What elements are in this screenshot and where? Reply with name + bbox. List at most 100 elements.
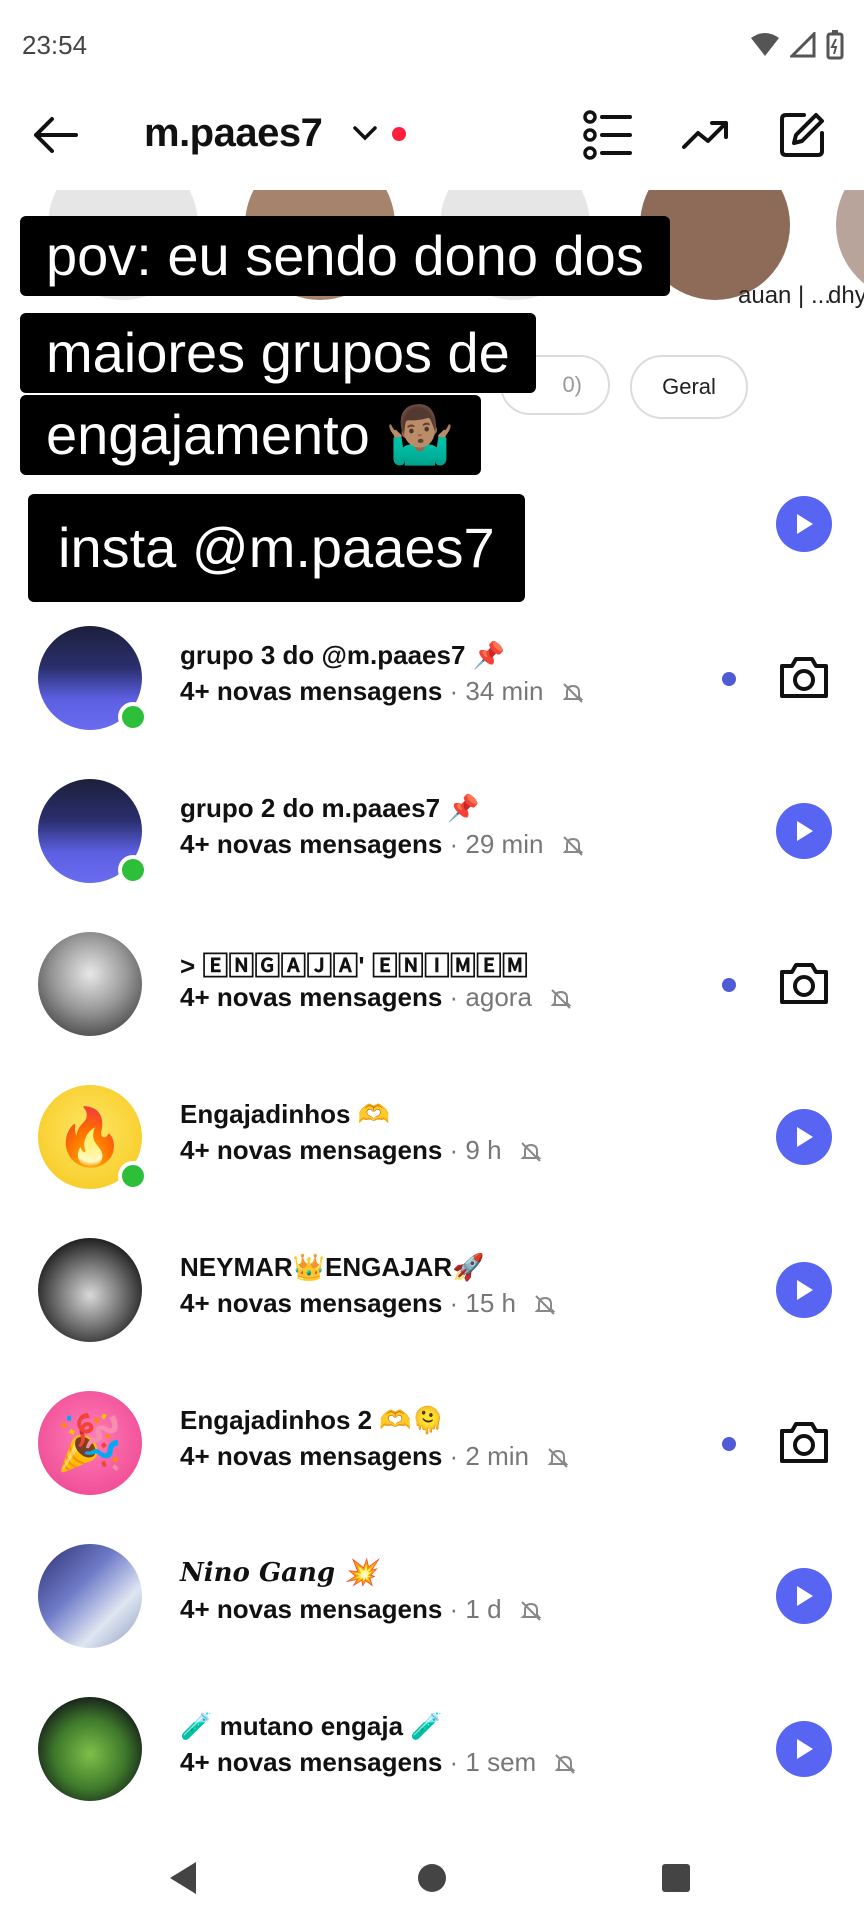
nav-home-icon[interactable] xyxy=(416,1862,448,1894)
thread-subtitle: 4+ novas mensagens · 34 min xyxy=(180,676,585,707)
caption-line: pov: eu sendo dono dos xyxy=(20,216,670,296)
group-avatar: 🎉 xyxy=(38,1391,142,1495)
thread-time: · 2 min xyxy=(442,1441,529,1471)
group-avatar xyxy=(38,932,142,1036)
back-button[interactable] xyxy=(30,111,80,159)
thread-subtitle: 4+ novas mensagens · 2 min xyxy=(180,1441,570,1472)
muted-bell-icon xyxy=(550,989,572,1009)
play-icon xyxy=(797,1739,813,1759)
new-messages-label: 4+ novas mensagens xyxy=(180,982,443,1012)
camera-button[interactable] xyxy=(776,1415,832,1471)
status-icons xyxy=(750,30,844,60)
signal-icon xyxy=(790,32,816,58)
account-username[interactable]: m.paaes7 xyxy=(144,111,323,156)
muted-bell-icon xyxy=(562,683,584,703)
thread-row[interactable]: NEYMAR👑ENGAJAR🚀 4+ novas mensagens · 15 … xyxy=(0,1222,864,1362)
thread-title: NEYMAR👑ENGAJAR🚀 xyxy=(180,1252,485,1282)
filter-chip-geral[interactable]: Geral xyxy=(630,355,748,419)
thread-subtitle: 4+ novas mensagens · agora xyxy=(180,982,573,1013)
notification-dot xyxy=(392,127,406,141)
chats-header: m.paaes7 xyxy=(0,95,864,175)
thread-title: Engajadinhos 🫶 xyxy=(180,1099,391,1129)
wifi-icon xyxy=(751,33,779,56)
new-message-button[interactable] xyxy=(776,109,828,161)
status-bar: 23:54 xyxy=(0,0,864,90)
list-view-button[interactable] xyxy=(582,109,634,161)
thread-title: 🧪 mutano engaja 🧪 xyxy=(180,1711,443,1741)
thread-time: · agora xyxy=(442,982,532,1012)
story-name: auan | ... xyxy=(738,282,831,309)
caption-line: maiores grupos de xyxy=(20,313,536,393)
thread-subtitle: 4+ novas mensagens · 29 min xyxy=(180,829,585,860)
play-icon xyxy=(797,514,813,534)
play-icon xyxy=(797,1586,813,1606)
play-button[interactable] xyxy=(776,1262,832,1318)
nav-recents-icon[interactable] xyxy=(660,1862,692,1894)
system-nav-bar xyxy=(0,1830,864,1920)
thread-row[interactable]: 🎉 Engajadinhos 2 🫶🫠 4+ novas mensagens ·… xyxy=(0,1375,864,1515)
trending-button[interactable] xyxy=(680,109,732,161)
new-messages-label: 4+ novas mensagens xyxy=(180,1594,443,1624)
caption-line: engajamento 🤷🏽‍♂️ xyxy=(20,395,482,475)
caption-line: insta @m.paaes7 xyxy=(28,494,525,602)
muted-bell-icon xyxy=(534,1295,556,1315)
list-icon xyxy=(583,110,632,160)
play-icon xyxy=(797,821,813,841)
play-button[interactable] xyxy=(776,1109,832,1165)
camera-icon xyxy=(780,1422,828,1463)
nav-back-icon[interactable] xyxy=(166,1860,200,1896)
thread-row[interactable]: grupo 3 do @m.paaes7 📌 4+ novas mensagen… xyxy=(0,610,864,750)
thread-time: · 1 d xyxy=(442,1594,502,1624)
battery-icon xyxy=(826,30,844,60)
group-avatar xyxy=(38,1697,142,1801)
play-button[interactable] xyxy=(776,803,832,859)
trending-icon xyxy=(682,121,728,149)
play-button[interactable] xyxy=(776,1721,832,1777)
thread-title: Engajadinhos 2 🫶🫠 xyxy=(180,1405,445,1435)
thread-subtitle: 4+ novas mensagens · 15 h xyxy=(180,1288,557,1319)
unread-dot xyxy=(722,1437,736,1451)
thread-row[interactable]: 🔥 Engajadinhos 🫶 4+ novas mensagens · 9 … xyxy=(0,1069,864,1209)
play-button[interactable] xyxy=(776,1568,832,1624)
play-icon xyxy=(797,1127,813,1147)
muted-bell-icon xyxy=(520,1601,542,1621)
thread-title: grupo 3 do @m.paaes7 📌 xyxy=(180,640,506,670)
compose-icon xyxy=(780,113,824,157)
muted-bell-icon xyxy=(555,1754,576,1774)
party-popper-icon: 🎉 xyxy=(56,1412,124,1473)
arrow-left-icon xyxy=(34,117,78,153)
camera-button[interactable] xyxy=(776,956,832,1012)
thread-title: > 🄴🄽🄶🄰🄹🄰' 🄴🄽🄸🄼🄴🄼 xyxy=(180,951,528,981)
fire-icon: 🔥 xyxy=(55,1105,125,1168)
thread-row[interactable]: 🧪 mutano engaja 🧪 4+ novas mensagens · 1… xyxy=(0,1681,864,1821)
thread-row[interactable]: 𝑵𝒊𝒏𝒐 𝑮𝒂𝒏𝒈 💥 4+ novas mensagens · 1 d xyxy=(0,1528,864,1668)
online-indicator xyxy=(118,1161,148,1191)
thread-time: · 34 min xyxy=(442,676,544,706)
new-messages-label: 4+ novas mensagens xyxy=(180,1288,443,1318)
chip-label: 0) xyxy=(562,372,582,397)
thread-subtitle: 4+ novas mensagens · 1 sem xyxy=(180,1747,577,1778)
thread-row[interactable]: > 🄴🄽🄶🄰🄹🄰' 🄴🄽🄸🄼🄴🄼 4+ novas mensagens · ag… xyxy=(0,916,864,1056)
thread-subtitle: 4+ novas mensagens · 9 h xyxy=(180,1135,543,1166)
online-indicator xyxy=(118,702,148,732)
online-indicator xyxy=(118,855,148,885)
camera-icon xyxy=(780,657,828,698)
camera-button[interactable] xyxy=(776,650,832,706)
camera-icon xyxy=(780,963,828,1004)
chip-label: Geral xyxy=(662,374,716,399)
muted-bell-icon xyxy=(520,1142,542,1162)
thread-time: · 9 h xyxy=(442,1135,502,1165)
play-icon xyxy=(797,1280,813,1300)
story-name: dhy xyxy=(828,282,864,309)
new-messages-label: 4+ novas mensagens xyxy=(180,829,443,859)
unread-dot xyxy=(722,672,736,686)
chevron-down-icon[interactable] xyxy=(352,123,378,143)
play-button[interactable] xyxy=(776,496,832,552)
group-avatar xyxy=(38,1544,142,1648)
new-messages-label: 4+ novas mensagens xyxy=(180,1441,443,1471)
status-time: 23:54 xyxy=(22,30,88,60)
thread-row[interactable]: grupo 2 do m.paaes7 📌 4+ novas mensagens… xyxy=(0,763,864,903)
thread-time: · 29 min xyxy=(442,829,544,859)
new-messages-label: 4+ novas mensagens xyxy=(180,676,443,706)
muted-bell-icon xyxy=(547,1448,569,1468)
